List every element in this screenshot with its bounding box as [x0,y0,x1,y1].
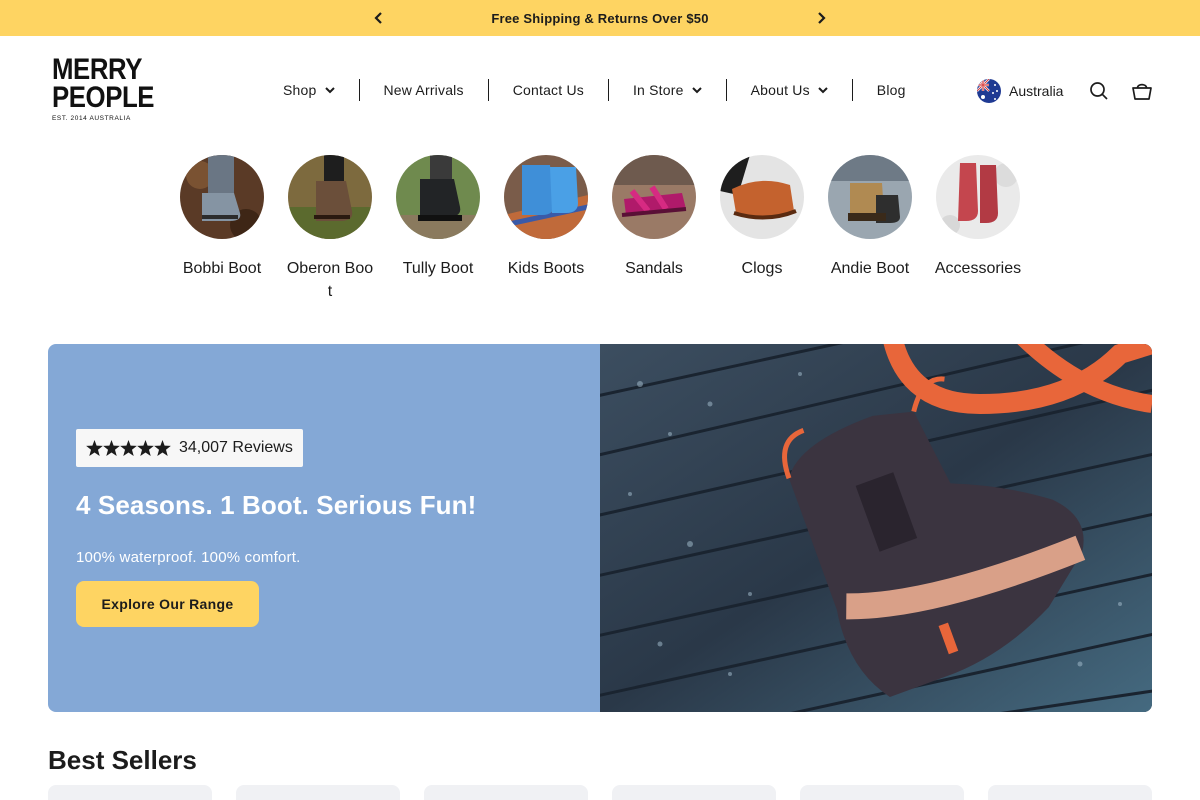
category-clogs[interactable]: Clogs [720,155,804,303]
chevron-down-icon [691,86,702,94]
category-label: Clogs [741,260,783,277]
reviews-badge[interactable]: 34,007 Reviews [76,429,303,467]
product-card[interactable] [48,785,212,800]
locale-selector[interactable]: Australia [977,79,1063,103]
category-image [720,155,804,239]
star-icon [154,440,171,456]
search-icon [1090,82,1108,100]
nav-item-label: Contact Us [512,82,584,98]
star-icon [137,440,154,456]
nav-item-label: Shop [283,82,317,98]
hero-banner: 34,007 Reviews 4 Seasons. 1 Boot. Seriou… [48,344,1152,712]
logo-line-2: PEOPLE [52,81,155,114]
nav-item-new-arrivals[interactable]: New Arrivals [360,79,488,101]
nav-item-blog[interactable]: Blog [853,79,930,101]
announcement-prev-button[interactable] [361,0,397,36]
category-image [936,155,1020,239]
category-image [180,155,264,239]
nav-item-label: In Store [632,82,684,98]
product-card[interactable] [988,785,1152,800]
cart-button[interactable] [1131,80,1153,102]
best-sellers-heading: Best Sellers [48,745,197,775]
product-card[interactable] [236,785,400,800]
hero-title: 4 Seasons. 1 Boot. Serious Fun! [76,490,477,520]
category-image [396,155,480,239]
category-image [288,155,372,239]
announcement-text: Free Shipping & Returns Over $50 [491,10,709,26]
star-icon [103,440,120,456]
category-label: Kids Boots [507,260,585,277]
chevron-down-icon [818,86,828,94]
search-button[interactable] [1088,80,1110,102]
site-header: MERRY PEOPLE EST. 2014 AUSTRALIA Shop Ne… [0,36,1200,144]
nav-item-in-store[interactable]: In Store [609,79,726,101]
category-label: Accessories [934,260,1022,277]
logo-line-1: MERRY [52,53,143,86]
category-tully-boot[interactable]: Tully Boot [396,155,480,303]
nav-item-contact-us[interactable]: Contact Us [489,79,608,101]
category-label: Bobbi Boot [182,260,262,277]
star-icon [120,440,137,456]
category-label: Tully Boot [402,260,474,277]
category-image [504,155,588,239]
product-card[interactable] [800,785,964,800]
category-andie-boot[interactable]: Andie Boot [828,155,912,303]
logo-tagline: EST. 2014 AUSTRALIA [52,115,131,122]
product-card[interactable] [424,785,588,800]
category-sandals[interactable]: Sandals [612,155,696,303]
nav-item-label: Blog [876,82,906,98]
brand-logo[interactable]: MERRY PEOPLE EST. 2014 AUSTRALIA [52,53,155,126]
chevron-right-icon [818,12,826,24]
australia-flag-icon [977,79,1001,103]
category-label: Oberon Boot [286,260,374,300]
product-card[interactable] [612,785,776,800]
category-accessories[interactable]: Accessories [934,155,1022,303]
star-rating [86,440,171,456]
explore-range-button[interactable]: Explore Our Range [76,581,259,627]
category-label: Sandals [625,260,683,277]
category-bobbi-boot[interactable]: Bobbi Boot [180,155,264,303]
category-oberon-boot[interactable]: Oberon Boot [286,155,374,303]
nav-item-about-us[interactable]: About Us [727,79,852,101]
category-label: Andie Boot [830,260,910,277]
hero-text-panel: 34,007 Reviews 4 Seasons. 1 Boot. Seriou… [48,344,600,712]
category-carousel: Bobbi Boot Oberon Boot Tully Boot Kids B… [180,155,1044,303]
best-sellers-row [48,785,1176,800]
announcement-next-button[interactable] [803,0,839,36]
chevron-left-icon [374,12,382,24]
hero-image [600,344,1152,712]
nav-item-label: New Arrivals [383,82,464,98]
category-image [828,155,912,239]
nav-item-shop[interactable]: Shop [259,79,359,101]
hero-subtitle: 100% waterproof. 100% comfort. [76,549,301,566]
chevron-down-icon [324,86,335,94]
main-nav: Shop New Arrivals Contact Us In Store Ab… [259,78,930,102]
locale-label: Australia [1009,83,1064,99]
nav-item-label: About Us [750,82,810,98]
category-kids-boots[interactable]: Kids Boots [504,155,588,303]
announcement-bar: Free Shipping & Returns Over $50 [0,0,1200,36]
star-icon [86,440,103,456]
category-image [612,155,696,239]
reviews-count: 34,007 Reviews [179,439,293,456]
basket-icon [1132,83,1152,100]
